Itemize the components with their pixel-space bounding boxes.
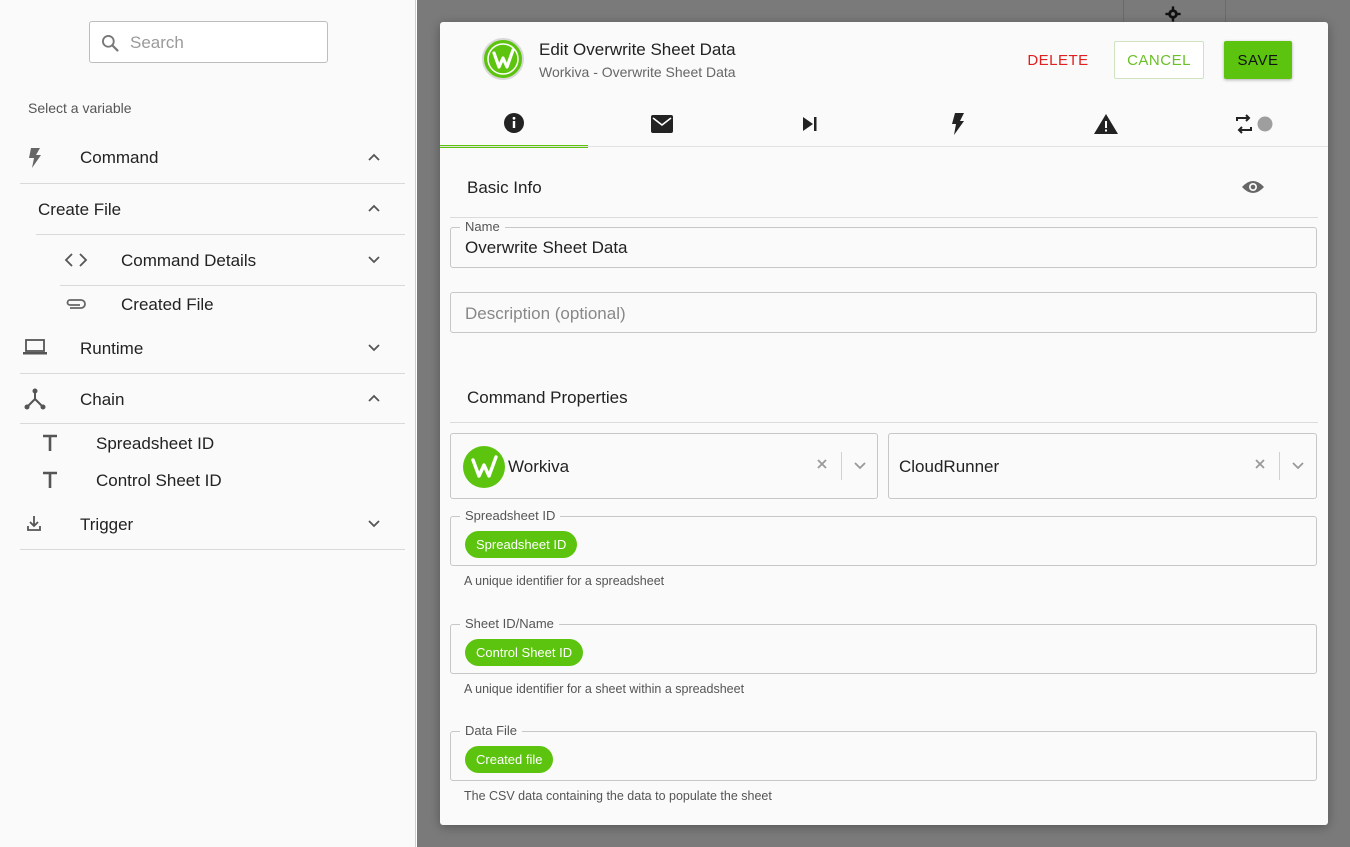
workiva-logo-icon (463, 446, 505, 488)
dialog-tabs (440, 100, 1328, 148)
search-icon (102, 35, 119, 52)
name-field[interactable]: Name Overwrite Sheet Data (450, 219, 1317, 268)
eye-icon[interactable] (1241, 179, 1265, 195)
attachment-icon (66, 299, 86, 309)
sidebar-item-label: Chain (80, 390, 125, 409)
sidebar-item-label: Command (80, 148, 159, 167)
spreadsheet-id-label: Spreadsheet ID (460, 508, 561, 523)
sheet-id-label: Sheet ID/Name (460, 616, 559, 631)
spreadsheet-id-field[interactable]: Spreadsheet ID Spreadsheet ID (450, 508, 1317, 566)
sidebar-item-created-file[interactable]: Created File (36, 285, 405, 325)
sidebar-item-label: Control Sheet ID (96, 471, 222, 490)
name-field-label: Name (460, 219, 505, 234)
data-file-chip[interactable]: Created file (465, 746, 554, 773)
skip-next-icon (803, 117, 817, 131)
warning-icon (1094, 114, 1118, 134)
divider (20, 423, 405, 424)
sidebar-item-chain[interactable]: Chain (20, 374, 405, 424)
chevron-down-icon (368, 256, 380, 264)
chevron-up-icon (368, 204, 380, 212)
chevron-up-icon (368, 394, 380, 402)
select-variable-label: Select a variable (28, 100, 132, 116)
chain-icon (24, 388, 46, 410)
dialog-title: Edit Overwrite Sheet Data (539, 40, 736, 59)
select-separator (1279, 452, 1280, 480)
search-box[interactable] (89, 21, 328, 63)
data-file-label: Data File (460, 723, 523, 738)
sidebar-item-spreadsheet-id[interactable]: Spreadsheet ID (20, 425, 405, 461)
delete-button[interactable]: DELETE (1018, 42, 1098, 78)
sidebar-item-trigger[interactable]: Trigger (20, 499, 405, 549)
chevron-down-icon (368, 344, 380, 352)
sidebar-item-label: Runtime (80, 339, 144, 358)
chevron-down-icon (368, 520, 380, 528)
sidebar-item-label: Create File (38, 200, 122, 219)
sidebar-item-command-details[interactable]: Command Details (36, 235, 405, 285)
basic-info-title: Basic Info (467, 178, 542, 197)
tab-notifications[interactable] (588, 100, 736, 148)
sheet-id-help: A unique identifier for a sheet within a… (464, 682, 745, 696)
tab-next[interactable] (736, 100, 884, 148)
info-icon (504, 112, 524, 133)
divider (20, 549, 405, 550)
section-divider (450, 217, 1318, 218)
clear-icon[interactable] (816, 458, 828, 470)
sidebar-item-control-sheet-id[interactable]: Control Sheet ID (20, 462, 405, 498)
chevron-down-icon[interactable] (853, 458, 867, 472)
sidebar-item-label: Created File (121, 295, 214, 314)
sidebar-item-create-file[interactable]: Create File (20, 184, 405, 234)
sidebar-item-label: Command Details (121, 251, 257, 270)
runner-select-value: CloudRunner (899, 457, 1000, 476)
tab-divider (440, 146, 1328, 147)
sidebar-item-runtime[interactable]: Runtime (20, 323, 405, 373)
tab-triggers[interactable] (884, 100, 1032, 148)
tab-errors[interactable] (1032, 100, 1180, 148)
edit-command-dialog: Edit Overwrite Sheet Data Workiva - Over… (440, 22, 1328, 825)
trigger-icon (27, 516, 41, 531)
variable-sidebar: Select a variable Command Create File Co… (0, 0, 416, 847)
integration-select-value: Workiva (508, 457, 570, 476)
description-placeholder[interactable]: Description (optional) (465, 304, 626, 324)
spreadsheet-id-help: A unique identifier for a spreadsheet (464, 574, 665, 588)
chevron-down-icon[interactable] (1291, 458, 1305, 472)
section-divider (450, 422, 1318, 423)
clear-icon[interactable] (1254, 458, 1266, 470)
sidebar-item-command[interactable]: Command (20, 133, 405, 183)
select-separator (841, 452, 842, 480)
save-button[interactable]: SAVE (1224, 41, 1292, 79)
sheet-id-chip[interactable]: Control Sheet ID (465, 639, 584, 666)
data-file-field[interactable]: Data File Created file (450, 723, 1317, 781)
bolt-icon (29, 148, 41, 168)
cancel-button[interactable]: CANCEL (1114, 41, 1204, 79)
name-field-value[interactable]: Overwrite Sheet Data (465, 238, 628, 258)
command-properties-title: Command Properties (467, 388, 628, 407)
dialog-subtitle: Workiva - Overwrite Sheet Data (539, 64, 736, 80)
integration-select[interactable]: Workiva (450, 433, 878, 499)
sidebar-item-label: Spreadsheet ID (96, 434, 215, 453)
mail-icon (651, 115, 673, 133)
repeat-icon (1236, 114, 1273, 134)
code-icon (64, 253, 88, 267)
search-input[interactable] (130, 31, 315, 55)
tab-info[interactable] (440, 100, 588, 148)
bolt-icon (952, 113, 964, 135)
description-field[interactable]: Description (optional) (450, 292, 1317, 333)
runner-select[interactable]: CloudRunner (888, 433, 1317, 499)
sidebar-item-label: Trigger (80, 515, 134, 534)
spreadsheet-id-chip[interactable]: Spreadsheet ID (465, 531, 578, 558)
tab-repeat[interactable] (1180, 100, 1328, 148)
sheet-id-field[interactable]: Sheet ID/Name Control Sheet ID (450, 616, 1317, 674)
data-file-help: The CSV data containing the data to popu… (464, 789, 772, 803)
chevron-up-icon (368, 153, 380, 161)
text-icon (43, 434, 57, 451)
laptop-icon (23, 339, 47, 355)
workiva-logo-icon (482, 38, 524, 80)
gear-icon (1165, 6, 1181, 22)
text-icon (43, 471, 57, 488)
